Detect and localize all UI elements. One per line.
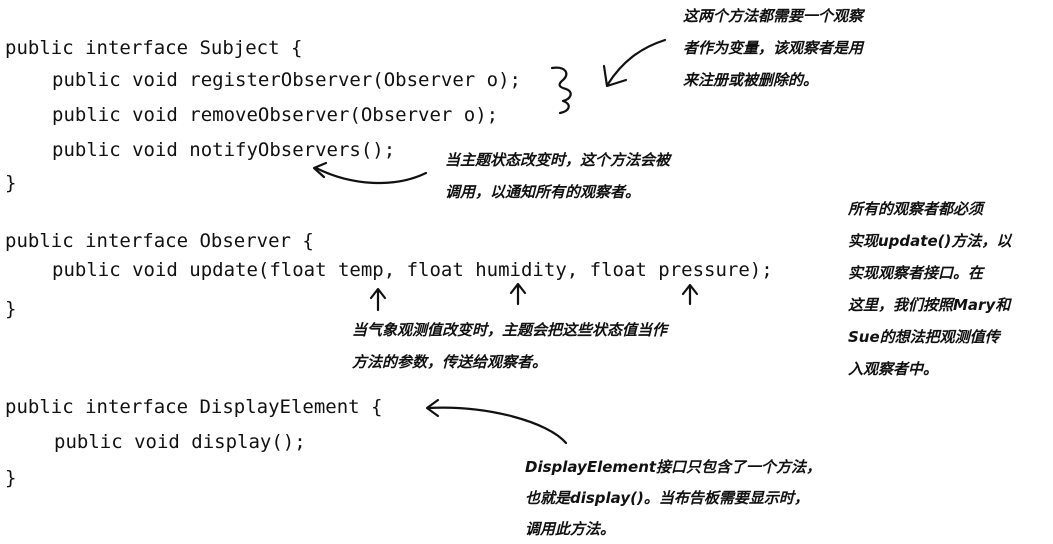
notify-arrow-icon bbox=[314, 166, 428, 185]
observer-param-arrowhead-icon bbox=[602, 64, 628, 88]
pressure-arrow-icon bbox=[681, 283, 699, 306]
annotation-arrows bbox=[312, 38, 699, 445]
observer-param-arrow-icon bbox=[606, 38, 667, 86]
display-arrow-icon bbox=[426, 406, 568, 445]
humidity-arrow-icon bbox=[509, 282, 527, 306]
method-group-brace bbox=[550, 66, 572, 115]
temp-arrow-icon bbox=[369, 287, 387, 312]
